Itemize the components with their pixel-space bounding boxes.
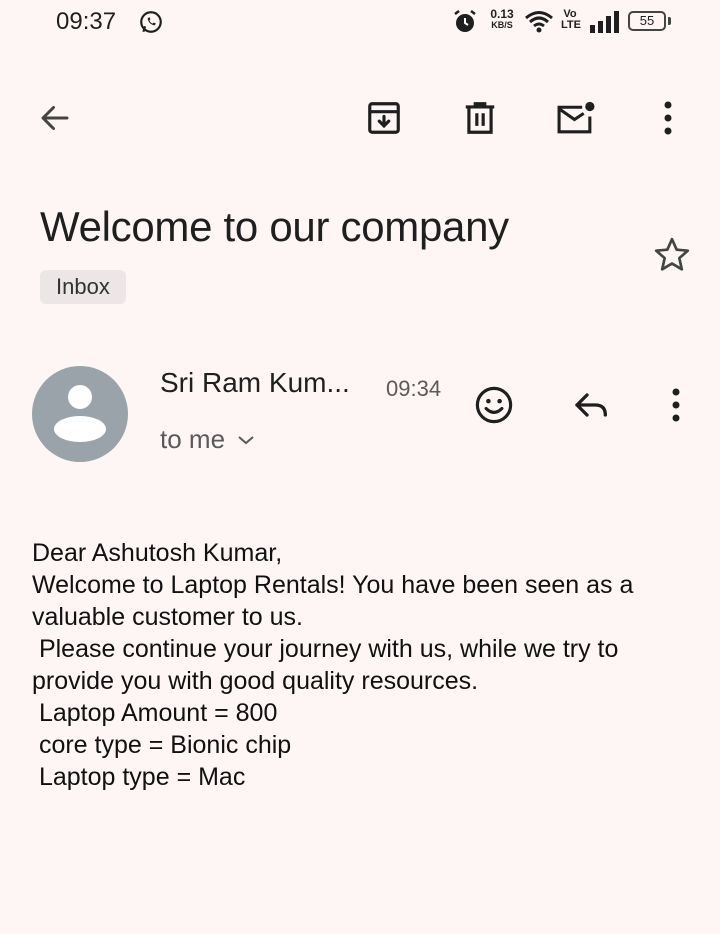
wifi-icon bbox=[525, 11, 553, 33]
emoji-icon bbox=[475, 386, 513, 424]
react-emoji-button[interactable] bbox=[470, 381, 518, 429]
chevron-down-icon bbox=[238, 435, 254, 444]
more-vert-icon bbox=[672, 388, 680, 422]
net-speed-value: 0.13 bbox=[490, 7, 514, 21]
delete-icon bbox=[465, 102, 495, 134]
star-icon bbox=[654, 237, 690, 271]
alarm-icon bbox=[454, 10, 476, 32]
email-time: 09:34 bbox=[386, 376, 442, 401]
battery-tip bbox=[668, 17, 671, 25]
status-time: 09:37 bbox=[56, 8, 117, 35]
back-arrow-icon bbox=[41, 106, 69, 130]
archive-button[interactable] bbox=[360, 94, 408, 142]
message-more-button[interactable] bbox=[652, 381, 700, 429]
delete-button[interactable] bbox=[456, 94, 504, 142]
volte-indicator: Vo LTE bbox=[561, 8, 581, 31]
net-speed-indicator: 0.13 KB/S bbox=[486, 7, 518, 31]
archive-icon bbox=[368, 102, 400, 134]
email-body: Dear Ashutosh Kumar, Welcome to Laptop R… bbox=[32, 539, 634, 791]
signal-icon bbox=[590, 11, 619, 33]
mark-unread-button[interactable] bbox=[552, 94, 600, 142]
person-icon bbox=[54, 385, 106, 442]
battery-level: 55 bbox=[639, 13, 655, 28]
sender-avatar[interactable] bbox=[32, 366, 128, 462]
reply-icon bbox=[575, 393, 607, 417]
recipient-label: to me bbox=[160, 424, 226, 454]
battery-icon: 55 bbox=[628, 11, 666, 31]
whatsapp-icon bbox=[140, 11, 162, 33]
sender-name[interactable]: Sri Ram Kum... bbox=[160, 367, 350, 399]
email-subject: Welcome to our company bbox=[40, 203, 509, 250]
reply-button[interactable] bbox=[568, 381, 616, 429]
back-button[interactable] bbox=[31, 94, 79, 142]
mark-unread-icon bbox=[557, 101, 595, 134]
net-speed-unit: KB/S bbox=[491, 20, 513, 30]
label-chip-inbox[interactable]: Inbox bbox=[40, 270, 126, 304]
star-button[interactable] bbox=[648, 231, 696, 279]
more-options-button[interactable] bbox=[644, 94, 692, 142]
more-vert-icon bbox=[664, 101, 672, 135]
recipient-toggle[interactable]: to me bbox=[160, 424, 255, 455]
